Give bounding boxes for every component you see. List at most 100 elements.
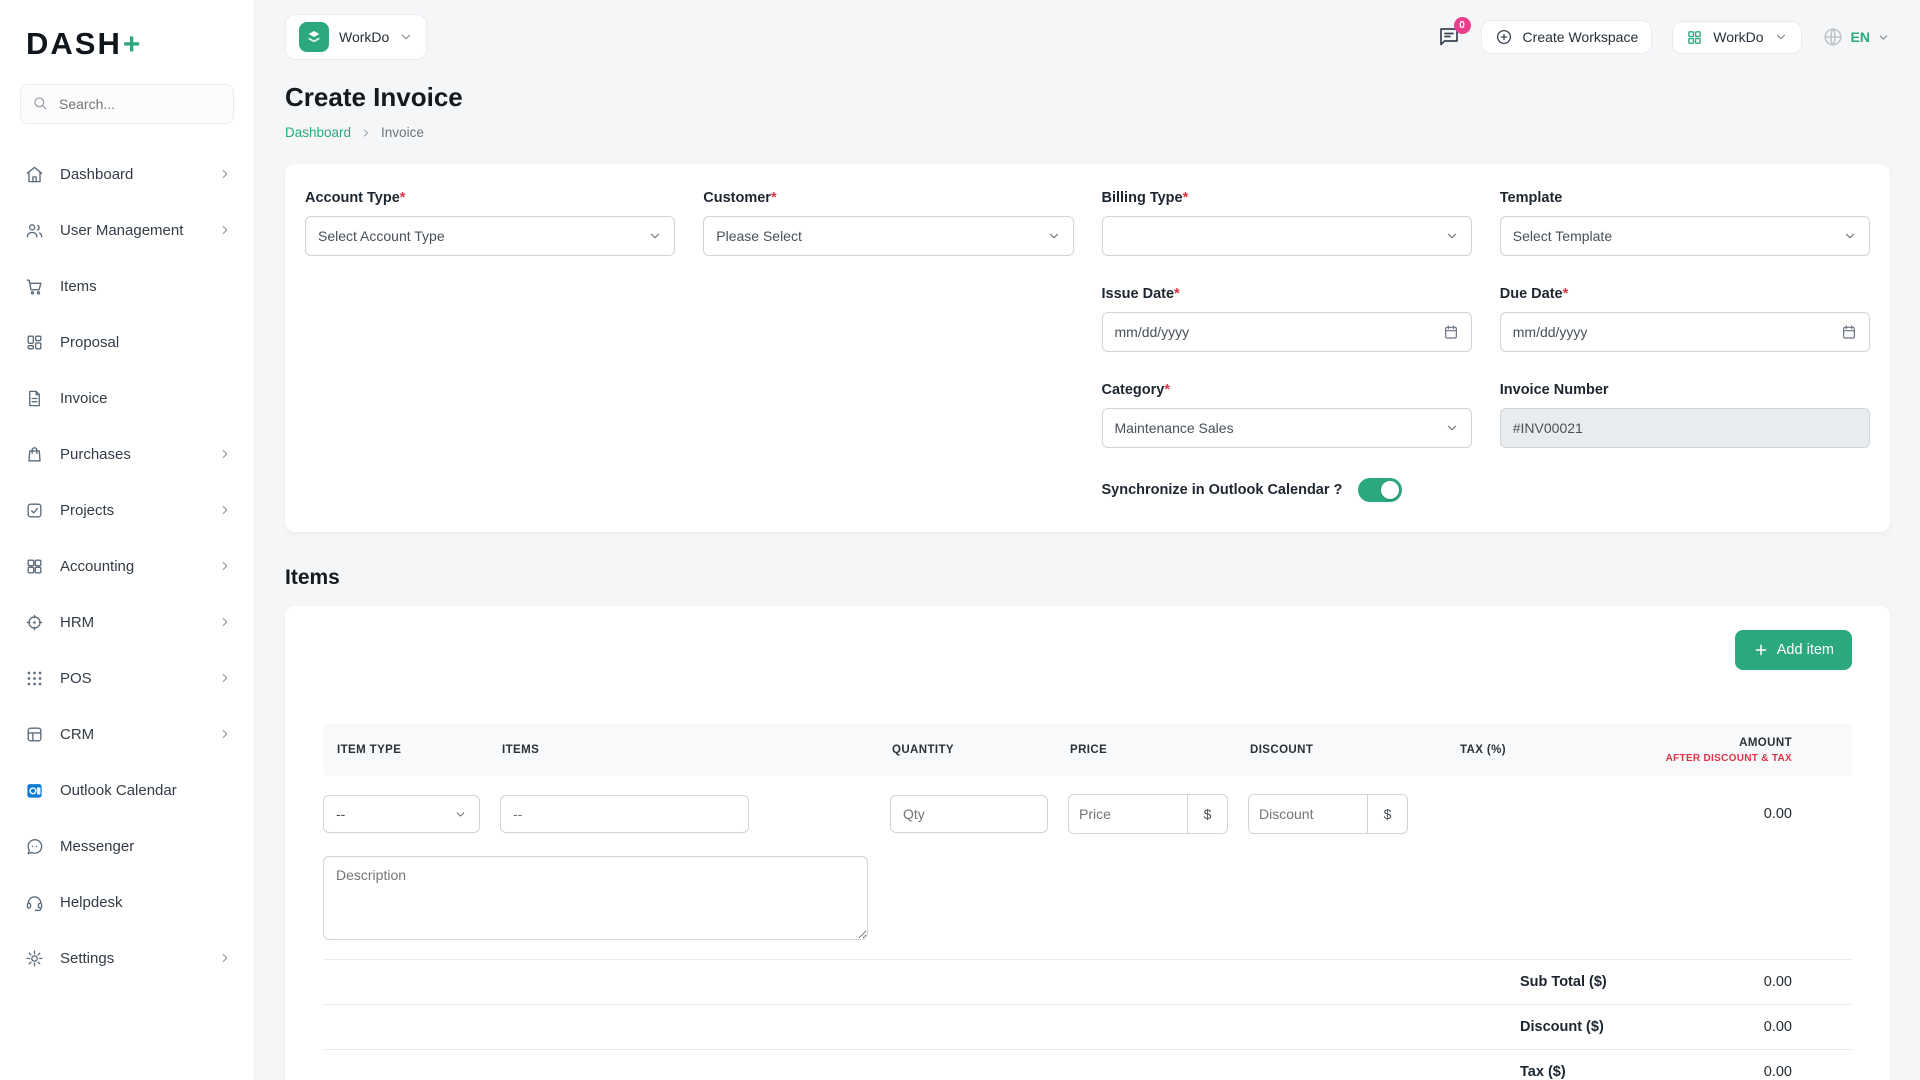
- account-type-select[interactable]: Select Account Type: [305, 216, 675, 256]
- quantity-input[interactable]: [890, 795, 1048, 833]
- field-template: Template Select Template: [1500, 190, 1870, 256]
- workspace-menu-button[interactable]: WorkDo: [1672, 21, 1801, 54]
- sidebar-item-purchases[interactable]: Purchases: [0, 426, 254, 482]
- sidebar-item-proposal[interactable]: Proposal: [0, 314, 254, 370]
- template-select[interactable]: Select Template: [1500, 216, 1870, 256]
- sync-outlook-toggle[interactable]: [1358, 478, 1402, 502]
- sidebar-item-helpdesk[interactable]: Helpdesk: [0, 874, 254, 930]
- description-textarea[interactable]: [323, 856, 868, 940]
- chat-bubble-icon: [24, 836, 44, 856]
- search-input[interactable]: [20, 84, 234, 124]
- sidebar-item-hrm[interactable]: HRM: [0, 594, 254, 650]
- col-header-quantity: QUANTITY: [890, 744, 1048, 756]
- create-workspace-label: Create Workspace: [1523, 29, 1639, 45]
- breadcrumb-current: Invoice: [381, 125, 424, 140]
- col-header-amount: AMOUNT AFTER DISCOUNT & TAX: [1557, 737, 1852, 764]
- issue-date-input[interactable]: mm/dd/yyyy: [1102, 312, 1472, 352]
- add-item-button[interactable]: Add item: [1735, 630, 1852, 670]
- field-label: Invoice Number: [1500, 382, 1870, 398]
- tax-total-value: 0.00: [1700, 1064, 1792, 1080]
- sidebar-item-label: User Management: [60, 222, 218, 239]
- customer-select[interactable]: Please Select: [703, 216, 1073, 256]
- field-label: Account Type*: [305, 190, 675, 206]
- sidebar-item-label: Purchases: [60, 446, 218, 463]
- price-input[interactable]: [1069, 795, 1187, 833]
- sidebar-item-messenger[interactable]: Messenger: [0, 818, 254, 874]
- required-marker: *: [400, 190, 406, 206]
- grid-icon: [1686, 29, 1703, 46]
- sidebar-item-user-management[interactable]: User Management: [0, 202, 254, 258]
- field-billing-type: Billing Type*: [1102, 190, 1472, 256]
- chevron-right-icon: [218, 503, 232, 517]
- chevron-down-icon: [1774, 30, 1788, 44]
- language-selector[interactable]: EN: [1822, 26, 1890, 48]
- app-logo: DASH+: [0, 20, 254, 84]
- sidebar-item-pos[interactable]: POS: [0, 650, 254, 706]
- sidebar-item-outlook-calendar[interactable]: Outlook Calendar: [0, 762, 254, 818]
- items-table-header: ITEM TYPE ITEMS QUANTITY PRICE DISCOUNT …: [323, 724, 1852, 776]
- chevron-down-icon: [454, 808, 467, 821]
- subtotal-value: 0.00: [1700, 974, 1792, 990]
- item-type-select[interactable]: --: [323, 795, 480, 833]
- sidebar-item-label: Outlook Calendar: [60, 782, 232, 799]
- sidebar-item-label: Projects: [60, 502, 218, 519]
- app-root: DASH+ Dashboard User Management Items: [0, 0, 1920, 1080]
- workspace-logo-icon: [299, 22, 329, 52]
- create-workspace-button[interactable]: Create Workspace: [1481, 20, 1653, 54]
- date-value: mm/dd/yyyy: [1115, 324, 1190, 340]
- sidebar-item-accounting[interactable]: Accounting: [0, 538, 254, 594]
- field-label: Customer*: [703, 190, 1073, 206]
- billing-type-select[interactable]: [1102, 216, 1472, 256]
- messages-button[interactable]: 0: [1437, 25, 1461, 49]
- sidebar-item-crm[interactable]: CRM: [0, 706, 254, 762]
- main-content: WorkDo 0 Create Workspace: [255, 0, 1920, 1080]
- chevron-down-icon: [648, 229, 662, 243]
- subtotal-label: Sub Total ($): [1520, 974, 1700, 990]
- breadcrumb-dashboard-link[interactable]: Dashboard: [285, 125, 351, 140]
- discount-input-group: $: [1248, 794, 1408, 834]
- outlook-calendar-icon: [24, 780, 44, 800]
- dots-grid-icon: [24, 668, 44, 688]
- due-date-input[interactable]: mm/dd/yyyy: [1500, 312, 1870, 352]
- field-sync-outlook: Synchronize in Outlook Calendar ?: [1102, 478, 1871, 502]
- plus-icon: [1753, 642, 1769, 658]
- cart-icon: [24, 276, 44, 296]
- item-name-input[interactable]: [500, 795, 749, 833]
- logo-text: DASH: [26, 26, 122, 62]
- sidebar-item-label: Settings: [60, 950, 218, 967]
- row-amount-value: 0.00: [1557, 806, 1852, 822]
- select-value: Select Account Type: [318, 228, 445, 244]
- field-invoice-number: Invoice Number: [1500, 382, 1870, 448]
- language-label: EN: [1851, 29, 1870, 45]
- workspace-switcher[interactable]: WorkDo: [285, 14, 427, 60]
- kanban-icon: [24, 332, 44, 352]
- sidebar-item-invoice[interactable]: Invoice: [0, 370, 254, 426]
- required-marker: *: [1174, 286, 1180, 302]
- sidebar-item-items[interactable]: Items: [0, 258, 254, 314]
- document-icon: [24, 388, 44, 408]
- headset-icon: [24, 892, 44, 912]
- sidebar-item-dashboard[interactable]: Dashboard: [0, 146, 254, 202]
- search-icon: [32, 95, 48, 116]
- col-header-discount: DISCOUNT: [1248, 744, 1407, 756]
- invoice-number-input[interactable]: [1500, 408, 1870, 448]
- shopping-bag-icon: [24, 444, 44, 464]
- tax-total-row: Tax ($) 0.00: [323, 1049, 1852, 1080]
- required-marker: *: [771, 190, 777, 206]
- select-value: Maintenance Sales: [1115, 420, 1234, 436]
- sidebar-item-label: Helpdesk: [60, 894, 232, 911]
- globe-icon: [1822, 26, 1844, 48]
- required-marker: *: [1164, 382, 1170, 398]
- sidebar-item-settings[interactable]: Settings: [0, 930, 254, 986]
- chevron-right-icon: [218, 223, 232, 237]
- discount-total-row: Discount ($) 0.00: [323, 1004, 1852, 1049]
- sidebar-item-label: POS: [60, 670, 218, 687]
- col-header-items: ITEMS: [500, 744, 870, 756]
- field-customer: Customer* Please Select: [703, 190, 1073, 256]
- sidebar-item-projects[interactable]: Projects: [0, 482, 254, 538]
- discount-input[interactable]: [1249, 795, 1367, 833]
- items-card: Add item ITEM TYPE ITEMS QUANTITY PRICE …: [285, 606, 1890, 1080]
- workspace-menu-label: WorkDo: [1713, 29, 1763, 45]
- gear-icon: [24, 948, 44, 968]
- category-select[interactable]: Maintenance Sales: [1102, 408, 1472, 448]
